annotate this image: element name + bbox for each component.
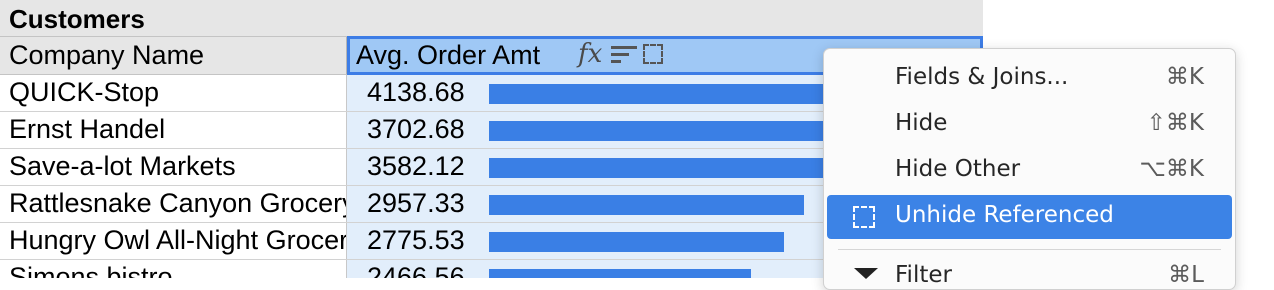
menu-item-label: Filter — [895, 262, 952, 288]
hidden-fields-icon[interactable] — [643, 44, 663, 64]
table-title-bar: Customers — [0, 0, 983, 37]
company-name-cell[interactable]: Simons bistro — [0, 260, 347, 278]
company-name-cell[interactable]: Ernst Handel — [0, 112, 347, 148]
company-name: Simons bistro — [9, 262, 173, 278]
filter-icon — [854, 268, 878, 279]
company-name: Hungry Owl All-Night Grocers — [9, 225, 347, 255]
dashed-square-icon — [853, 206, 875, 228]
menu-item-hide[interactable]: Hide ⇧⌘K — [827, 103, 1232, 147]
company-name-cell[interactable]: Hungry Owl All-Night Grocers — [0, 223, 347, 259]
avg-order-amt-value: 2775.53 — [367, 225, 465, 255]
column-header-label: Company Name — [9, 40, 205, 70]
company-name-cell[interactable]: QUICK-Stop — [0, 75, 347, 111]
avg-order-amt-value: 3582.12 — [367, 151, 465, 181]
context-menu: Fields & Joins... ⌘K Hide ⇧⌘K Hide Other… — [823, 48, 1236, 290]
company-name: Rattlesnake Canyon Grocery — [9, 188, 347, 218]
menu-item-shortcut: ⌥⌘K — [1139, 156, 1204, 182]
avg-order-amt-value: 4138.68 — [367, 77, 465, 107]
menu-item-hide-other[interactable]: Hide Other ⌥⌘K — [827, 149, 1232, 193]
table-title: Customers — [9, 4, 145, 34]
menu-item-shortcut: ⇧⌘K — [1146, 110, 1204, 136]
avg-order-amt-bar — [489, 269, 751, 278]
column-header-label: Avg. Order Amt — [356, 40, 541, 70]
company-name: Save-a-lot Markets — [9, 151, 236, 181]
sort-descending-icon[interactable] — [611, 46, 637, 66]
company-name-cell[interactable]: Save-a-lot Markets — [0, 149, 347, 185]
avg-order-amt-bar — [489, 195, 804, 215]
menu-item-label: Unhide Referenced — [895, 202, 1114, 228]
avg-order-amt-value: 2957.33 — [367, 188, 465, 218]
menu-item-label: Hide Other — [895, 156, 1021, 182]
avg-order-amt-bar — [489, 158, 870, 178]
avg-order-amt-bar — [489, 232, 784, 252]
formula-icon[interactable]: fx — [578, 39, 602, 69]
avg-order-amt-value: 3702.68 — [367, 114, 465, 144]
menu-item-fields-joins[interactable]: Fields & Joins... ⌘K — [827, 57, 1232, 101]
company-name-cell[interactable]: Rattlesnake Canyon Grocery — [0, 186, 347, 222]
menu-item-unhide-referenced[interactable]: Unhide Referenced — [827, 195, 1232, 239]
menu-item-filter[interactable]: Filter ⌘L — [827, 255, 1232, 289]
menu-item-label: Fields & Joins... — [895, 64, 1069, 90]
avg-order-amt-value: 2466.56 — [367, 262, 465, 278]
column-header-company-name[interactable]: Company Name — [0, 37, 347, 74]
menu-item-shortcut: ⌘K — [1165, 64, 1204, 90]
company-name: Ernst Handel — [9, 114, 166, 144]
menu-separator — [838, 249, 1221, 250]
company-name: QUICK-Stop — [9, 77, 160, 107]
menu-item-label: Hide — [895, 110, 948, 136]
menu-item-shortcut: ⌘L — [1168, 262, 1204, 288]
